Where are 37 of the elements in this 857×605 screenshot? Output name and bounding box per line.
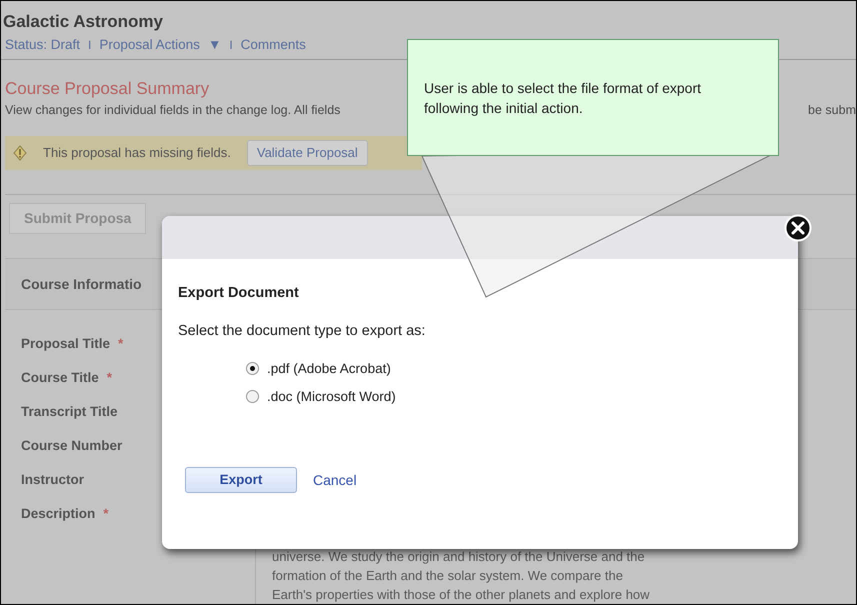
submit-button[interactable]: Submit Proposa [9,203,146,234]
dialog-prompt: Select the document type to export as: [178,322,426,341]
dropdown-caret[interactable]: ▼ [208,34,222,55]
callout-note: User is able to select the file format of export following the initial action. [407,39,779,156]
section-heading: Course Proposal Summary [5,78,210,100]
cancel-link[interactable]: Cancel [313,470,357,490]
proposal-link[interactable]: Status: Draft [5,34,80,55]
proposal-link[interactable]: Comments [240,34,306,55]
warning-text: This proposal has missing fields. [43,144,231,162]
option-label[interactable]: .doc (Microsoft Word) [267,386,396,407]
separator: I [88,36,92,54]
field-label: Description [21,505,96,523]
field-label: Transcript Title [21,403,118,421]
description-text: universe. We study the origin and history of the Universe and the [272,548,645,566]
field-label: Course Title [21,369,99,387]
page-title: Galactic Astronomy [3,11,163,33]
dialog-title: Export Document [178,284,300,303]
field-label: Course Number [21,437,122,455]
close-icon[interactable] [784,214,812,242]
option-label[interactable]: .pdf (Adobe Acrobat) [267,358,391,379]
required-marker: * [118,335,124,353]
proposal-link[interactable]: Proposal Actions [99,34,200,55]
field-label: Instructor [21,471,84,489]
required-marker: * [106,369,112,387]
export-button[interactable]: Export [185,467,297,493]
field-label: Proposal Title [21,335,110,353]
summary-text: be subm [808,102,856,120]
separator: I [229,36,233,54]
summary-text: View changes for individual fields in the change log. All fields [5,102,340,120]
description-text: formation of the Earth and the solar system. We compare the [272,567,623,585]
section-title: Course Informatio [21,274,142,294]
description-text: Earth's properties with those of the other planets and explore how [272,586,650,604]
validate-button[interactable]: Validate Proposal [246,140,368,166]
required-marker: * [103,505,109,523]
radio-button[interactable] [246,390,259,404]
warning-icon [13,145,27,161]
radio-button[interactable] [246,362,259,376]
